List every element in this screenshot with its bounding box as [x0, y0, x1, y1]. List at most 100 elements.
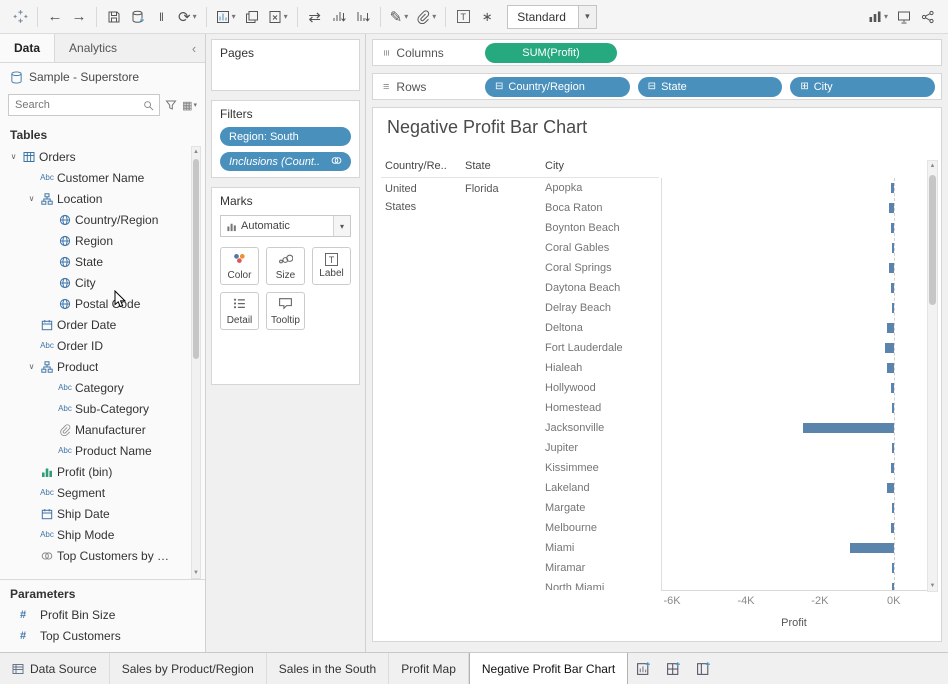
profit-bar-coral-springs[interactable] — [889, 263, 893, 273]
viz-scrollbar-thumb[interactable] — [929, 175, 936, 305]
tab-profit-map[interactable]: Profit Map — [389, 653, 469, 684]
profit-bar-miami[interactable] — [850, 543, 894, 553]
pill-state[interactable]: ⊟State — [638, 77, 783, 97]
field-segment[interactable]: AbcSegment — [0, 482, 205, 503]
highlight-icon[interactable]: ✎▾ — [386, 4, 413, 30]
new-story-button[interactable] — [688, 653, 718, 684]
redo-icon[interactable]: → — [67, 4, 91, 30]
profit-bar-lakeland[interactable] — [887, 483, 894, 493]
new-worksheet-icon[interactable]: ▾ — [212, 4, 240, 30]
city-label-apopka[interactable]: Apopka — [545, 178, 659, 198]
field-ship-mode[interactable]: AbcShip Mode — [0, 524, 205, 545]
field-order-id[interactable]: AbcOrder ID — [0, 335, 205, 356]
profit-bar-daytona-beach[interactable] — [891, 283, 894, 293]
profit-bar-jupiter[interactable] — [892, 443, 894, 453]
profit-bar-boca-raton[interactable] — [889, 203, 893, 213]
city-label-jupiter[interactable]: Jupiter — [545, 438, 659, 458]
tab-analytics[interactable]: Analytics — [55, 34, 131, 62]
tab-sales-in-the-south[interactable]: Sales in the South — [267, 653, 389, 684]
chevron-down-icon[interactable]: ∨ — [26, 194, 37, 203]
sort-descending-icon[interactable] — [351, 4, 375, 30]
marks-label-button[interactable]: TLabel — [312, 247, 351, 285]
new-datasource-icon[interactable] — [126, 4, 150, 30]
scroll-down-icon[interactable]: ▼ — [192, 568, 200, 578]
city-label-north-miami[interactable]: North Miami — [545, 578, 659, 590]
field-product-name[interactable]: AbcProduct Name — [0, 440, 205, 461]
chevron-down-icon[interactable]: ▾ — [193, 12, 197, 21]
field-country-region[interactable]: Country/Region — [0, 209, 205, 230]
state-row-label[interactable]: Florida — [465, 180, 499, 198]
pause-updates-icon[interactable]: ‖ — [150, 4, 174, 30]
city-label-boynton-beach[interactable]: Boynton Beach — [545, 218, 659, 238]
city-label-margate[interactable]: Margate — [545, 498, 659, 518]
fit-mode-select[interactable]: Standard▾ — [507, 5, 597, 29]
share-icon[interactable] — [916, 4, 940, 30]
profit-bar-deltona[interactable] — [887, 323, 894, 333]
marks-size-button[interactable]: Size — [266, 247, 305, 285]
refresh-icon[interactable]: ⟳▾ — [174, 4, 201, 30]
view-options-icon[interactable]: ▦▾ — [182, 99, 197, 112]
profit-bar-hollywood[interactable] — [891, 383, 894, 393]
tree-scrollbar[interactable]: ▲ ▼ — [191, 146, 201, 579]
tree-scrollbar-thumb[interactable] — [193, 159, 199, 359]
city-label-coral-gables[interactable]: Coral Gables — [545, 238, 659, 258]
field-product[interactable]: ∨Product — [0, 356, 205, 377]
field-orders[interactable]: ∨Orders — [0, 146, 205, 167]
city-label-coral-springs[interactable]: Coral Springs — [545, 258, 659, 278]
marks-tooltip-button[interactable]: Tooltip — [266, 292, 305, 330]
parameter-top-customers[interactable]: #Top Customers — [0, 625, 205, 646]
viz-scrollbar[interactable]: ▲ ▼ — [927, 160, 938, 592]
profit-bar-miramar[interactable] — [892, 563, 894, 573]
field-customer-name[interactable]: AbcCustomer Name — [0, 167, 205, 188]
profit-bar-fort-lauderdale[interactable] — [885, 343, 893, 353]
pages-card[interactable]: Pages — [211, 39, 360, 91]
clear-sheet-icon[interactable]: ▾ — [264, 4, 292, 30]
show-labels-icon[interactable]: T — [451, 4, 475, 30]
pill-country-region[interactable]: ⊟Country/Region — [485, 77, 630, 97]
city-label-miramar[interactable]: Miramar — [545, 558, 659, 578]
city-label-hialeah[interactable]: Hialeah — [545, 358, 659, 378]
chevron-down-icon[interactable]: ▾ — [232, 12, 236, 21]
profit-bar-jacksonville[interactable] — [803, 423, 894, 433]
city-label-boca-raton[interactable]: Boca Raton — [545, 198, 659, 218]
field-category[interactable]: AbcCategory — [0, 377, 205, 398]
presentation-mode-icon[interactable] — [892, 4, 916, 30]
duplicate-icon[interactable] — [240, 4, 264, 30]
column-header-city[interactable]: City — [545, 160, 564, 172]
search-input[interactable] — [15, 99, 143, 111]
new-dashboard-button[interactable] — [658, 653, 688, 684]
fix-axes-icon[interactable]: ∗ — [475, 4, 499, 30]
field-top-customers-by[interactable]: Top Customers by … — [0, 545, 205, 566]
field-region[interactable]: Region — [0, 230, 205, 251]
collapse-hierarchy-icon[interactable]: ⊟ — [495, 81, 503, 92]
chevron-down-icon[interactable]: ∨ — [8, 152, 19, 161]
undo-icon[interactable]: ← — [43, 4, 67, 30]
mark-type-dropdown[interactable]: Automatic ▾ — [220, 215, 351, 237]
sheet-title[interactable]: Negative Profit Bar Chart — [387, 117, 587, 138]
marks-card[interactable]: Marks Automatic ▾ ColorSizeTLabelDetailT… — [211, 187, 360, 385]
filter-fields-icon[interactable] — [165, 99, 177, 111]
city-label-miami[interactable]: Miami — [545, 538, 659, 558]
filter-pill-inclusions-count[interactable]: Inclusions (Count.. — [220, 152, 351, 171]
field-sub-category[interactable]: AbcSub-Category — [0, 398, 205, 419]
city-label-kissimmee[interactable]: Kissimmee — [545, 458, 659, 478]
profit-bar-apopka[interactable] — [891, 183, 894, 193]
city-label-fort-lauderdale[interactable]: Fort Lauderdale — [545, 338, 659, 358]
scroll-up-icon[interactable]: ▲ — [928, 161, 937, 171]
profit-bar-hialeah[interactable] — [887, 363, 894, 373]
field-profit-bin[interactable]: Profit (bin) — [0, 461, 205, 482]
marks-detail-button[interactable]: Detail — [220, 292, 259, 330]
parameter-profit-bin-size[interactable]: #Profit Bin Size — [0, 604, 205, 625]
chevron-down-icon[interactable]: ∨ — [26, 362, 37, 371]
group-icon[interactable]: ▾ — [412, 4, 440, 30]
chevron-down-icon[interactable]: ▾ — [578, 6, 596, 28]
profit-bar-boynton-beach[interactable] — [891, 223, 894, 233]
column-header-state[interactable]: State — [465, 160, 491, 172]
profit-bar-kissimmee[interactable] — [891, 463, 894, 473]
swap-axes-icon[interactable]: ⇄ — [303, 4, 327, 30]
field-ship-date[interactable]: Ship Date — [0, 503, 205, 524]
tableau-logo-icon[interactable] — [8, 4, 32, 30]
columns-shelf[interactable]: ≡ Columns SUM(Profit) — [372, 39, 942, 66]
scroll-down-icon[interactable]: ▼ — [928, 581, 937, 591]
profit-bar-coral-gables[interactable] — [892, 243, 894, 253]
